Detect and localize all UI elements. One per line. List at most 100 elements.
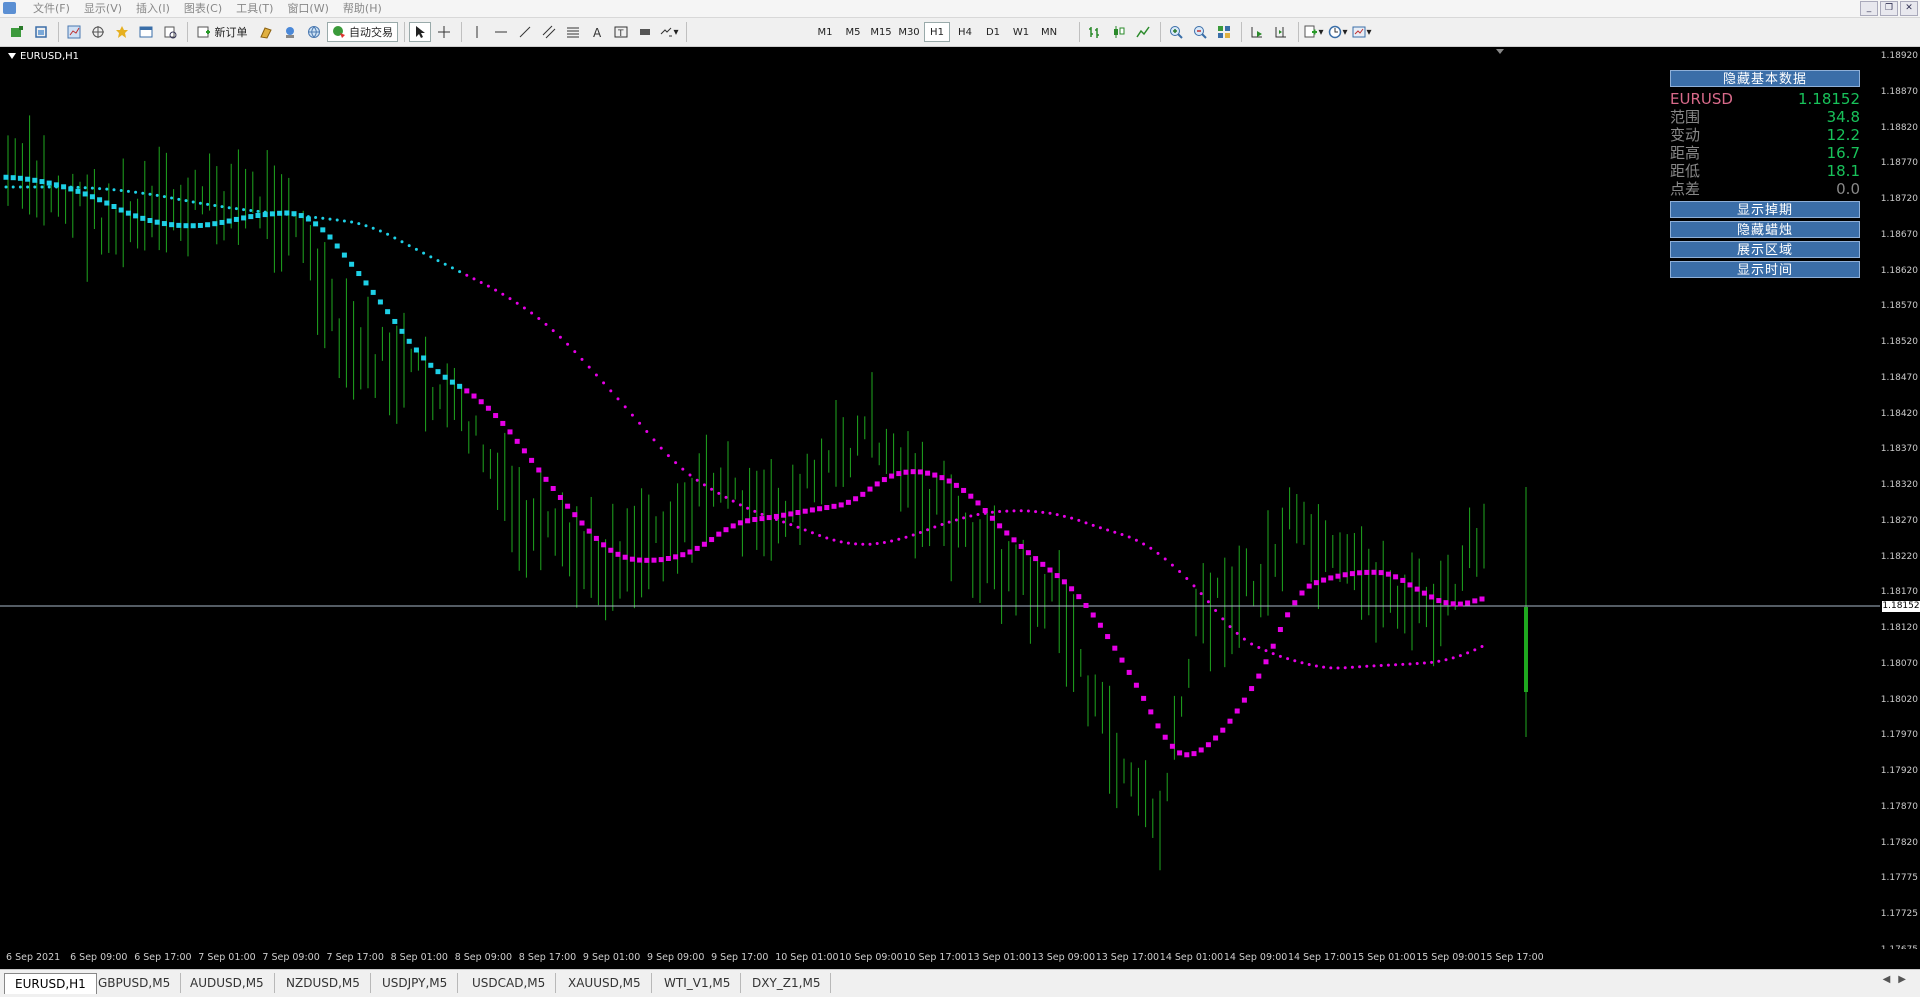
ma-slow-point — [18, 185, 22, 189]
text-icon[interactable]: A — [586, 22, 608, 42]
chart-tab[interactable]: USDJPY,M5 — [372, 973, 459, 993]
menu-item-3[interactable]: 图表(C) — [177, 1, 229, 16]
ma-slow-point — [1235, 631, 1239, 635]
navigator-icon[interactable] — [87, 22, 109, 42]
indicators-icon[interactable]: ▾ — [1303, 22, 1325, 42]
ma-fast-point — [1371, 569, 1377, 575]
ma-fast-point — [896, 471, 902, 477]
time-tick-label: 8 Sep 09:00 — [454, 952, 513, 963]
ma-fast-point — [939, 475, 945, 481]
horizontal-line-icon[interactable] — [490, 22, 512, 42]
minimize-icon[interactable]: _ — [1860, 1, 1878, 16]
show-zone-button[interactable]: 展示区域 — [1670, 241, 1860, 258]
new-chart-icon[interactable] — [6, 22, 28, 42]
chart-tab[interactable]: DXY_Z1,M5 — [742, 973, 832, 993]
tester-icon[interactable] — [159, 22, 181, 42]
signals-icon[interactable] — [279, 22, 301, 42]
ma-fast-point — [1249, 686, 1255, 692]
timeframe-m30[interactable]: M30 — [896, 22, 922, 42]
arrows-icon[interactable]: ▾ — [658, 22, 680, 42]
rectangle-icon[interactable] — [634, 22, 656, 42]
ma-slow-point — [933, 525, 937, 529]
chart-tab[interactable]: WTI_V1,M5 — [654, 973, 742, 993]
chart-tab[interactable]: NZDUSD,M5 — [276, 973, 371, 993]
candle-chart-icon[interactable] — [1108, 22, 1130, 42]
price-tick-label: 1.18770 — [1880, 158, 1918, 169]
chart-canvas[interactable] — [0, 47, 1880, 949]
ma-slow-point — [450, 266, 454, 270]
timeframe-h4[interactable]: H4 — [952, 22, 978, 42]
timeframe-mn[interactable]: MN — [1036, 22, 1062, 42]
ma-slow-point — [868, 542, 872, 546]
menu-item-1[interactable]: 显示(V) — [77, 1, 129, 16]
vertical-line-icon[interactable] — [466, 22, 488, 42]
ma-slow-point — [1019, 509, 1023, 513]
ma-slow-point — [954, 518, 958, 522]
menu-item-0[interactable]: 文件(F) — [26, 1, 77, 16]
show-period-button[interactable]: 显示掉期 — [1670, 201, 1860, 218]
collapse-triangle-icon[interactable] — [8, 53, 16, 59]
trendline-icon[interactable] — [514, 22, 536, 42]
ma-slow-point — [983, 511, 987, 515]
ma-slow-point — [69, 185, 73, 189]
ma-slow-point — [494, 288, 498, 292]
ma-slow-point — [861, 542, 865, 546]
menu-item-2[interactable]: 插入(I) — [129, 1, 177, 16]
periods-icon[interactable]: ▾ — [1327, 22, 1349, 42]
ma-slow-point — [666, 454, 670, 458]
terminal-icon[interactable] — [135, 22, 157, 42]
menu-item-4[interactable]: 工具(T) — [229, 1, 280, 16]
profiles-icon[interactable] — [30, 22, 52, 42]
timeframe-w1[interactable]: W1 — [1008, 22, 1034, 42]
ma-fast-point — [1198, 747, 1204, 753]
chart-shift-icon[interactable] — [1270, 22, 1292, 42]
market-watch-icon[interactable] — [63, 22, 85, 42]
current-price-label: 1.18152 — [1882, 601, 1920, 612]
auto-trade-button[interactable]: 自动交易 — [326, 22, 398, 42]
zoom-in-icon[interactable] — [1165, 22, 1187, 42]
show-time-button[interactable]: 显示时间 — [1670, 261, 1860, 278]
chart-svg[interactable] — [0, 47, 1880, 949]
favorites-icon[interactable] — [111, 22, 133, 42]
info-panel: 隐藏基本数据 EURUSD 1.18152 范围 34.8 变动 12.2 距高 16.7… — [1670, 70, 1860, 281]
hide-fundamentals-button[interactable]: 隐藏基本数据 — [1670, 70, 1860, 87]
line-chart-icon[interactable] — [1132, 22, 1154, 42]
chart-tabs: ◀▶ EURUSD,H1 GBPUSD,M5 AUDUSD,M5 NZDUSD,M5 U… — [0, 969, 1920, 997]
timeframe-h1[interactable]: H1 — [924, 22, 950, 42]
cursor-icon[interactable] — [409, 22, 431, 42]
tile-windows-icon[interactable] — [1213, 22, 1235, 42]
restore-icon[interactable]: ❐ — [1880, 1, 1898, 16]
chart-tab[interactable]: EURUSD,H1 — [4, 973, 97, 994]
ma-slow-point — [170, 196, 174, 200]
tab-scroll-arrows[interactable]: ◀▶ — [1883, 974, 1914, 985]
ma-slow-point — [1322, 665, 1326, 669]
community-icon[interactable] — [303, 22, 325, 42]
channel-icon[interactable] — [538, 22, 560, 42]
new-order-button[interactable]: 新订单 — [192, 22, 253, 42]
timeframe-m5[interactable]: M5 — [840, 22, 866, 42]
text-label-icon[interactable]: T — [610, 22, 632, 42]
ma-slow-point — [364, 224, 368, 228]
bar-chart-icon[interactable] — [1084, 22, 1106, 42]
crosshair-icon[interactable] — [433, 22, 455, 42]
timeframe-m1[interactable]: M1 — [812, 22, 838, 42]
menu-item-6[interactable]: 帮助(H) — [336, 1, 389, 16]
hide-candles-button[interactable]: 隐藏蜡烛 — [1670, 221, 1860, 238]
close-icon[interactable]: ✕ — [1900, 1, 1918, 16]
ma-fast-point — [327, 234, 333, 240]
chart-tab[interactable]: GBPUSD,M5 — [88, 973, 182, 993]
chart-tab[interactable]: XAUUSD,M5 — [558, 973, 652, 993]
chart-shift-marker[interactable] — [1496, 49, 1504, 54]
timeframe-d1[interactable]: D1 — [980, 22, 1006, 42]
fibonacci-icon[interactable] — [562, 22, 584, 42]
timeframe-m15[interactable]: M15 — [868, 22, 894, 42]
ma-fast-point — [1097, 622, 1103, 628]
chart-tab[interactable]: USDCAD,M5 — [462, 973, 557, 993]
chart-tab[interactable]: AUDUSD,M5 — [180, 973, 275, 993]
menu-item-5[interactable]: 窗口(W) — [280, 1, 335, 16]
meta-editor-icon[interactable] — [255, 22, 277, 42]
autoscroll-icon[interactable] — [1246, 22, 1268, 42]
ma-slow-point — [1170, 563, 1174, 567]
templates-icon[interactable]: ▾ — [1351, 22, 1373, 42]
zoom-out-icon[interactable] — [1189, 22, 1211, 42]
